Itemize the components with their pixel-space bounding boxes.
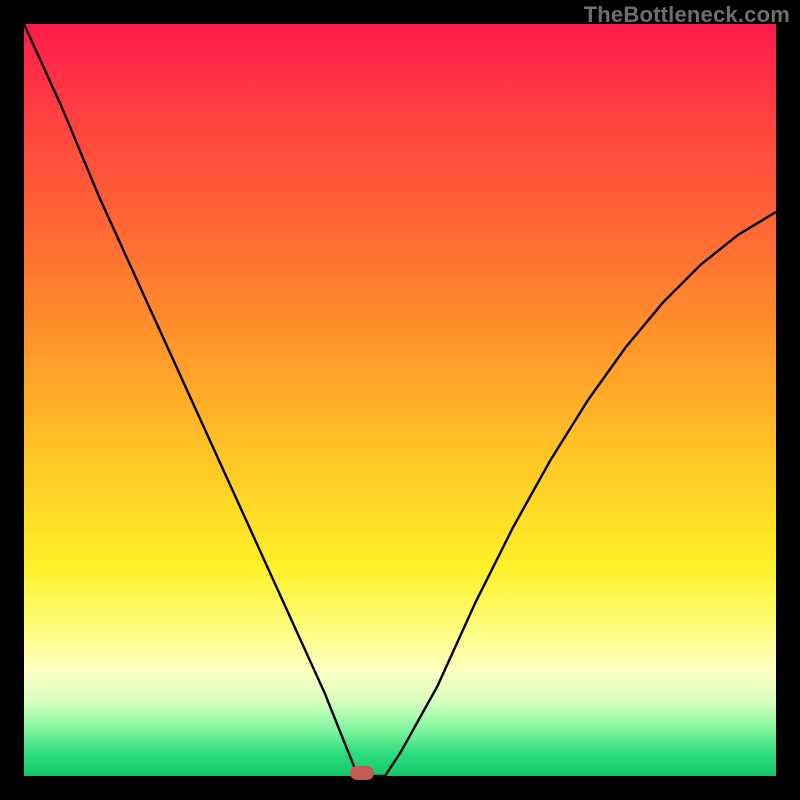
bottleneck-curve xyxy=(24,24,776,776)
watermark-text: TheBottleneck.com xyxy=(584,2,790,28)
outer-frame: TheBottleneck.com xyxy=(0,0,800,800)
curve-layer xyxy=(24,24,776,776)
optimum-marker xyxy=(350,766,374,780)
